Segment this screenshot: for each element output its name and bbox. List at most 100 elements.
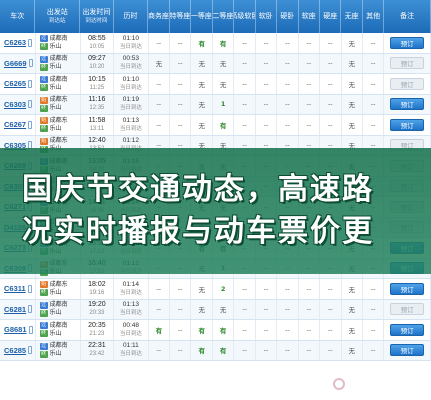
header-cell[interactable]: 硬卧 [277,0,299,33]
train-info-icon[interactable] [28,346,33,355]
train-number-link[interactable]: C6281 [4,305,26,314]
duration: 01:10 [122,75,139,83]
seat-availability: 有 [213,340,235,360]
train-number-link[interactable]: G8681 [4,325,27,334]
time-cell: 19:20 20:33 [81,299,115,319]
train-info-icon[interactable] [28,79,33,88]
seat-availability: 无 [191,279,213,299]
train-cell: C6311 [0,279,36,299]
header-cell[interactable]: 硬座 [320,0,342,33]
header-cell[interactable]: 商务座 [148,0,170,33]
header-cell[interactable]: 备注 [384,0,431,33]
arrival-tag-icon: 终 [39,43,48,51]
header-label: 其他 [366,12,381,20]
train-info-icon[interactable] [28,305,33,314]
arrival-time: 10:20 [89,64,105,71]
time-cell: 20:35 21:23 [81,320,115,340]
train-cell: C6267 [0,115,36,135]
header-cell[interactable]: 高级软卧 [234,0,256,33]
train-number-link[interactable]: C6263 [4,38,26,47]
seat-availability: 无 [191,74,213,94]
train-cell: G6669 [0,53,36,73]
arrival-day: 当日到达 [119,105,142,112]
header-label: 无座 [344,12,359,20]
header-sublabel: 到达站 [49,17,66,24]
arrival-day: 当日到达 [119,351,142,358]
header-label: 软座 [301,12,316,20]
seat-availability: 无 [191,299,213,319]
seat-availability: -- [320,279,342,299]
header-cell[interactable]: 其他 [363,0,385,33]
train-info-icon[interactable] [27,284,32,293]
arrival-station: 乐山 [49,42,62,50]
book-button[interactable]: 预订 [390,344,425,357]
duration: 01:12 [122,137,139,145]
header-cell[interactable]: 特等座 [170,0,192,33]
arrival-station: 乐山 [49,83,62,91]
seat-availability: -- [299,33,321,53]
seat-availability: -- [277,279,299,299]
header-cell[interactable]: 二等座 [213,0,235,33]
header-cell[interactable]: 无座 [341,0,363,33]
seat-availability: -- [170,53,192,73]
header-cell[interactable]: 出发站 到达站 [35,0,81,33]
time-cell: 10:15 11:25 [81,74,115,94]
train-number-link[interactable]: G6669 [4,59,27,68]
departure-tag-icon: 始 [39,96,48,104]
header-cell[interactable]: 车次 [0,0,36,33]
train-number-link[interactable]: C6265 [4,79,26,88]
seat-availability: -- [320,320,342,340]
book-button[interactable]: 预订 [390,323,425,336]
departure-time: 20:35 [88,321,106,329]
train-number-link[interactable]: C6267 [4,120,26,129]
seat-availability: -- [320,53,342,73]
departure-tag-icon: 过 [39,301,48,309]
book-cell: 预订 [384,340,431,360]
arrival-station: 乐山 [49,309,62,317]
arrival-time: 20:33 [89,310,105,317]
seat-availability: 无 [342,53,363,73]
seat-availability: -- [149,299,171,319]
train-number-link[interactable]: C6311 [4,284,26,293]
duration-cell: 01:14当日到达 [114,279,149,299]
duration-cell: 01:13 当日到达 [114,115,149,135]
train-cell: G8681 [0,320,36,340]
train-info-icon[interactable] [28,120,33,129]
header-cell[interactable]: 历时 [114,0,149,33]
book-button[interactable]: 预订 [390,118,425,131]
header-cell[interactable]: 一等座 [191,0,213,33]
headline-line-1: 国庆节交通动态，高速路 [22,172,374,207]
seat-availability: 有 [191,340,213,360]
header-sublabel: 到达时间 [85,17,108,24]
train-info-icon[interactable] [28,38,33,47]
train-info-icon[interactable] [28,100,33,109]
train-cell: C6303 [0,94,36,114]
seat-availability: -- [320,115,342,135]
header-cell[interactable]: 软座 [299,0,320,33]
seat-availability: -- [320,340,342,360]
seat-availability: -- [299,299,321,319]
train-info-icon[interactable] [28,59,33,68]
header-cell[interactable]: 软卧 [256,0,278,33]
train-info-icon[interactable] [28,325,33,334]
departure-tag-icon: 过 [39,342,48,350]
book-cell: 预订 [384,320,431,340]
header-cell[interactable]: 出发时间 到达时间 [80,0,114,33]
headline-line-2: 况实时播报与动车票价更 [22,214,374,249]
seat-availability: 无 [342,340,363,360]
station-cell: 始成都东终乐山 [36,115,81,135]
arrival-day: 当日到达 [119,84,142,91]
seat-availability: -- [363,74,385,94]
book-cell: 预订 [384,94,431,114]
seat-availability: -- [363,53,385,73]
arrival-day: 当日到达 [119,64,142,71]
book-button[interactable]: 预订 [390,98,425,111]
book-button[interactable]: 预订 [390,36,425,49]
train-number-link[interactable]: C6303 [4,100,26,109]
departure-time: 22:31 [88,342,106,350]
train-number-link[interactable]: C6285 [4,346,26,355]
book-button[interactable]: 预订 [390,282,425,295]
duration: 00:48 [122,321,139,329]
train-cell: C6263 [0,33,36,53]
arrival-day: 当日到达 [119,289,142,296]
